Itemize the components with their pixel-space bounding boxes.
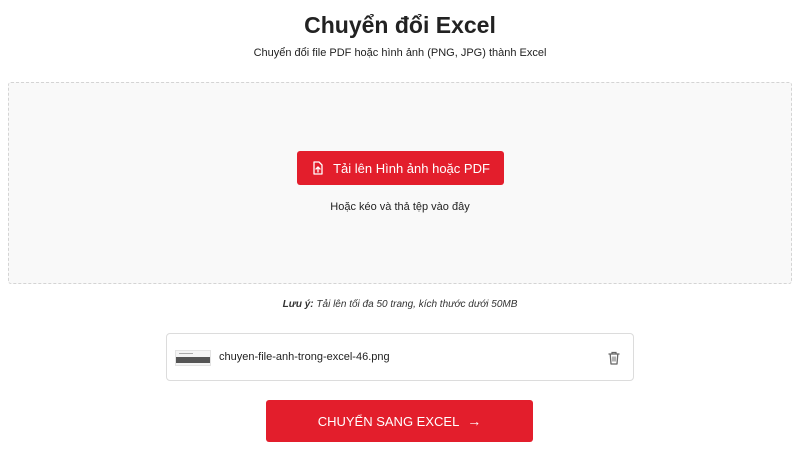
converter-page: Chuyển đổi Excel Chuyển đổi file PDF hoặ… — [0, 0, 800, 450]
upload-note: Lưu ý: Tải lên tối đa 50 trang, kích thư… — [0, 299, 800, 310]
page-subtitle: Chuyển đổi file PDF hoặc hình ảnh (PNG, … — [253, 47, 547, 59]
file-name: chuyen-file-anh-trong-excel-46.png — [219, 351, 390, 363]
delete-file-button[interactable] — [607, 350, 621, 366]
convert-to-excel-button[interactable]: CHUYỂN SANG EXCEL → — [266, 400, 533, 442]
note-text: Tải lên tối đa 50 trang, kích thước dưới… — [316, 299, 518, 310]
note-label: Lưu ý: — [282, 299, 314, 310]
trash-icon — [607, 351, 621, 369]
arrow-right-icon: → — [467, 413, 482, 429]
upload-button-label: Tải lên Hình ảnh hoặc PDF — [333, 160, 490, 176]
uploaded-file-item: chuyen-file-anh-trong-excel-46.png — [166, 333, 634, 381]
file-thumbnail — [175, 350, 211, 366]
file-upload-icon — [311, 161, 325, 175]
page-title: Chuyển đổi Excel — [304, 12, 496, 38]
convert-button-label: CHUYỂN SANG EXCEL — [317, 413, 460, 429]
drop-hint: Hoặc kéo và thả tệp vào đây — [330, 201, 470, 213]
file-dropzone[interactable]: Tải lên Hình ảnh hoặc PDF Hoặc kéo và th… — [8, 82, 792, 284]
upload-button[interactable]: Tải lên Hình ảnh hoặc PDF — [297, 151, 504, 185]
